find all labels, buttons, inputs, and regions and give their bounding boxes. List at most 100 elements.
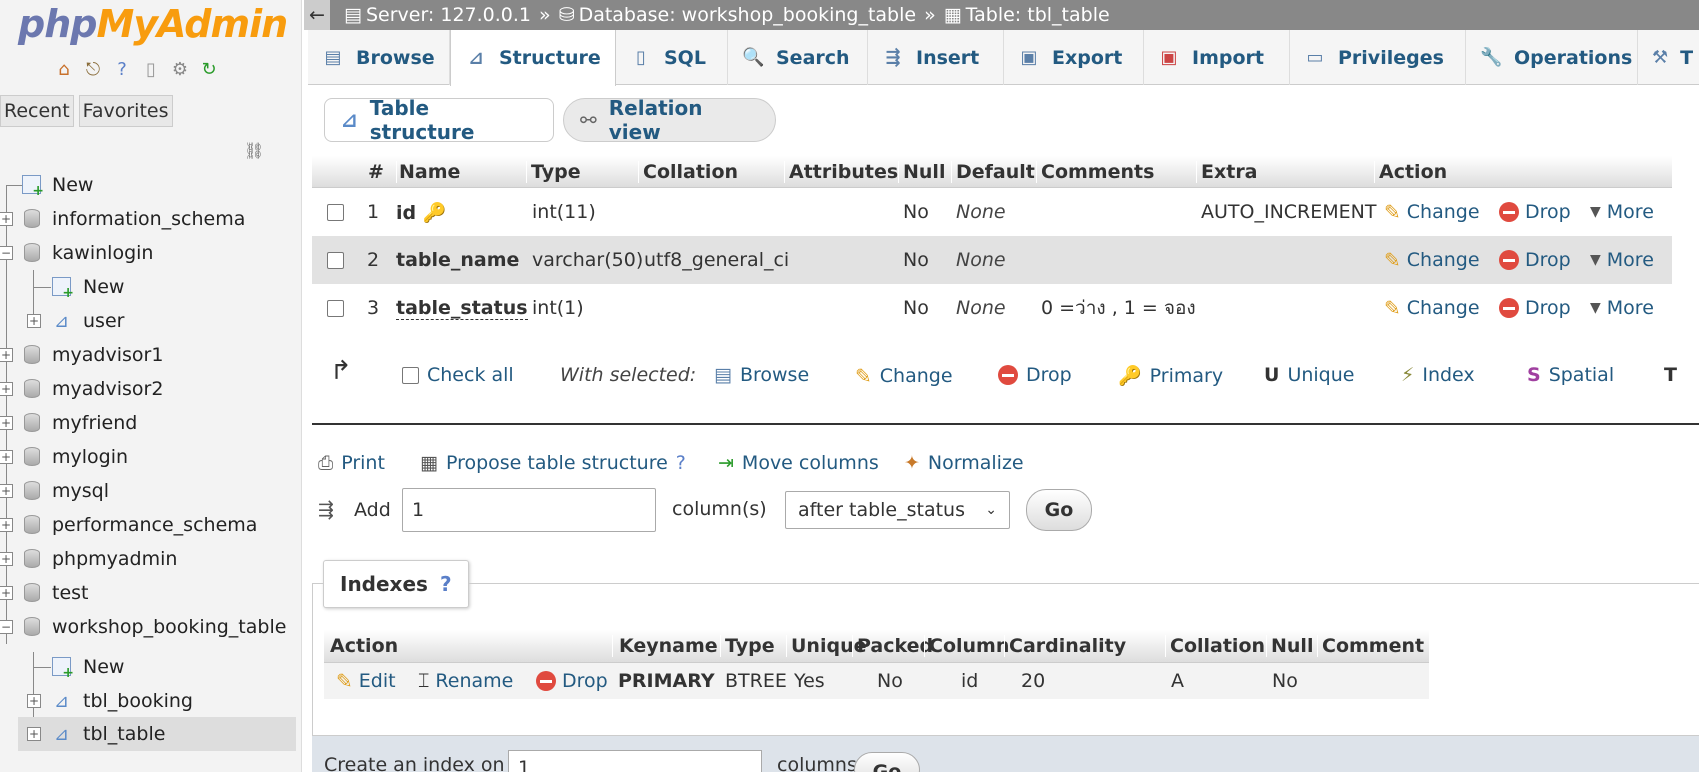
create-index-input[interactable]: 1 (508, 750, 762, 772)
tree-item-database[interactable]: − workshop_booking_table (0, 610, 301, 644)
row-checkbox[interactable] (327, 203, 344, 221)
index-edit-button[interactable]: ✎ Edit (336, 669, 396, 693)
expand-icon[interactable]: + (0, 382, 13, 396)
bulk-browse-button[interactable]: ▤ Browse (714, 364, 809, 386)
tab-sql[interactable]: ▯ SQL (616, 30, 728, 85)
tree-item-database[interactable]: + information_schema (0, 202, 301, 236)
docs-icon[interactable]: ▯ (139, 57, 163, 81)
logout-icon[interactable]: ⎋ (81, 57, 105, 81)
tree-item-new[interactable]: New (0, 650, 301, 684)
tree-item-database[interactable]: + myadvisor1 (0, 338, 301, 372)
more-button[interactable]: ▼ More (1590, 249, 1654, 271)
tab-insert[interactable]: ⇶ Insert (868, 30, 1004, 85)
add-go-button[interactable]: Go (1026, 489, 1092, 531)
more-button[interactable]: ▼ More (1590, 201, 1654, 223)
breadcrumb-table[interactable]: ▦ Table: tbl_table (944, 4, 1110, 26)
bulk-drop-button[interactable]: Drop (998, 364, 1072, 386)
collapse-icon[interactable]: − (0, 246, 13, 260)
add-position-select[interactable]: after table_status ⌄ (785, 491, 1010, 529)
tree-item-database[interactable]: + myadvisor2 (0, 372, 301, 406)
header-attributes[interactable]: Attributes (784, 160, 898, 183)
link-icon[interactable]: ⛓ (244, 141, 268, 160)
column-name[interactable]: id 🔑 (396, 201, 446, 224)
home-icon[interactable]: ⌂ (52, 57, 76, 81)
print-link[interactable]: ⎙ Print (318, 452, 385, 474)
header-null[interactable]: Null (898, 160, 945, 183)
bulk-fulltext-button[interactable]: T (1664, 364, 1677, 386)
tree-item-table-selected[interactable]: + ⊿ tbl_table (18, 717, 296, 751)
tree-item-new[interactable]: New (0, 168, 301, 202)
tab-favorites[interactable]: Favorites (78, 95, 173, 127)
tab-structure[interactable]: ⊿ Structure (450, 30, 616, 86)
index-rename-button[interactable]: ⌶ Rename (418, 670, 513, 692)
bulk-spatial-button[interactable]: S Spatial (1527, 364, 1614, 386)
bulk-index-button[interactable]: ⚡ Index (1401, 364, 1475, 386)
tree-item-database[interactable]: + mylogin (0, 440, 301, 474)
drop-button[interactable]: Drop (1499, 249, 1571, 271)
expand-icon[interactable]: + (0, 518, 13, 532)
tab-browse[interactable]: ▤ Browse (308, 30, 450, 85)
expand-icon[interactable]: + (0, 552, 13, 566)
tab-more[interactable]: ⚒ T (1638, 30, 1699, 85)
tree-item-new[interactable]: New (0, 270, 301, 304)
more-button[interactable]: ▼ More (1590, 297, 1654, 319)
header-type[interactable]: Type (526, 160, 581, 183)
check-all-checkbox[interactable] (402, 366, 419, 384)
header-extra[interactable]: Extra (1196, 160, 1258, 183)
collapse-icon[interactable]: − (0, 620, 13, 634)
header-num[interactable]: # (368, 161, 384, 183)
help-icon[interactable]: ? (440, 572, 452, 596)
expand-icon[interactable]: + (0, 348, 13, 362)
tree-item-table[interactable]: + ⊿ tbl_booking (0, 684, 301, 718)
tab-export[interactable]: ▣ Export (1004, 30, 1144, 85)
expand-icon[interactable]: + (0, 484, 13, 498)
reload-icon[interactable]: ↻ (197, 57, 221, 81)
phpmyadmin-logo[interactable]: phpMyAdmin (18, 2, 288, 46)
create-index-go-button[interactable]: Go (854, 752, 920, 772)
tab-import[interactable]: ▣ Import (1144, 30, 1290, 85)
tab-recent[interactable]: Recent (0, 95, 74, 127)
tree-item-database[interactable]: + test (0, 576, 301, 610)
header-comments[interactable]: Comments (1036, 160, 1154, 183)
expand-icon[interactable]: + (27, 727, 41, 741)
subtab-table-structure[interactable]: ⊿ Table structure (324, 96, 554, 144)
breadcrumb-server[interactable]: ▤ Server: 127.0.0.1 (344, 4, 531, 26)
change-button[interactable]: ✎ Change (1384, 200, 1480, 224)
row-checkbox[interactable] (327, 299, 344, 317)
column-name[interactable]: table_status (396, 297, 528, 320)
bulk-primary-button[interactable]: 🔑 Primary (1118, 364, 1223, 388)
help-icon[interactable]: ? (110, 57, 134, 81)
breadcrumb-database[interactable]: ⛁ Database: workshop_booking_table (559, 4, 916, 26)
change-button[interactable]: ✎ Change (1384, 248, 1480, 272)
drop-button[interactable]: Drop (1499, 297, 1571, 319)
collapse-panel-button[interactable]: ← (304, 0, 330, 30)
propose-structure-link[interactable]: ▦ Propose table structure? (420, 452, 686, 474)
tree-item-database[interactable]: + performance_schema (0, 508, 301, 542)
tree-item-database[interactable]: + myfriend (0, 406, 301, 440)
gear-icon[interactable]: ⚙ (168, 57, 192, 81)
tree-item-database[interactable]: + mysql (0, 474, 301, 508)
expand-icon[interactable]: + (0, 416, 13, 430)
tab-search[interactable]: 🔍 Search (728, 30, 868, 85)
drop-button[interactable]: Drop (1499, 201, 1571, 223)
tree-item-table[interactable]: + ⊿ user (0, 304, 301, 338)
move-columns-link[interactable]: ⇥ Move columns (718, 452, 879, 474)
add-columns-input[interactable]: 1 (402, 488, 656, 532)
index-drop-button[interactable]: Drop (536, 670, 608, 692)
expand-icon[interactable]: + (0, 212, 13, 226)
tab-operations[interactable]: 🔧 Operations (1466, 30, 1638, 85)
header-default[interactable]: Default (951, 160, 1035, 183)
bulk-change-button[interactable]: ✎ Change (855, 364, 953, 388)
header-name[interactable]: Name (396, 160, 460, 183)
row-checkbox[interactable] (327, 251, 344, 269)
bulk-unique-button[interactable]: U Unique (1264, 364, 1354, 386)
check-all[interactable]: Check all (402, 364, 514, 386)
expand-icon[interactable]: + (27, 314, 41, 328)
expand-icon[interactable]: + (27, 694, 41, 708)
subtab-relation-view[interactable]: ⚯ Relation view (563, 96, 776, 144)
column-name[interactable]: table_name (396, 249, 519, 271)
header-collation[interactable]: Collation (638, 160, 738, 183)
expand-icon[interactable]: + (0, 586, 13, 600)
normalize-link[interactable]: ✦ Normalize (904, 452, 1024, 474)
tree-item-database[interactable]: − kawinlogin (0, 236, 301, 270)
